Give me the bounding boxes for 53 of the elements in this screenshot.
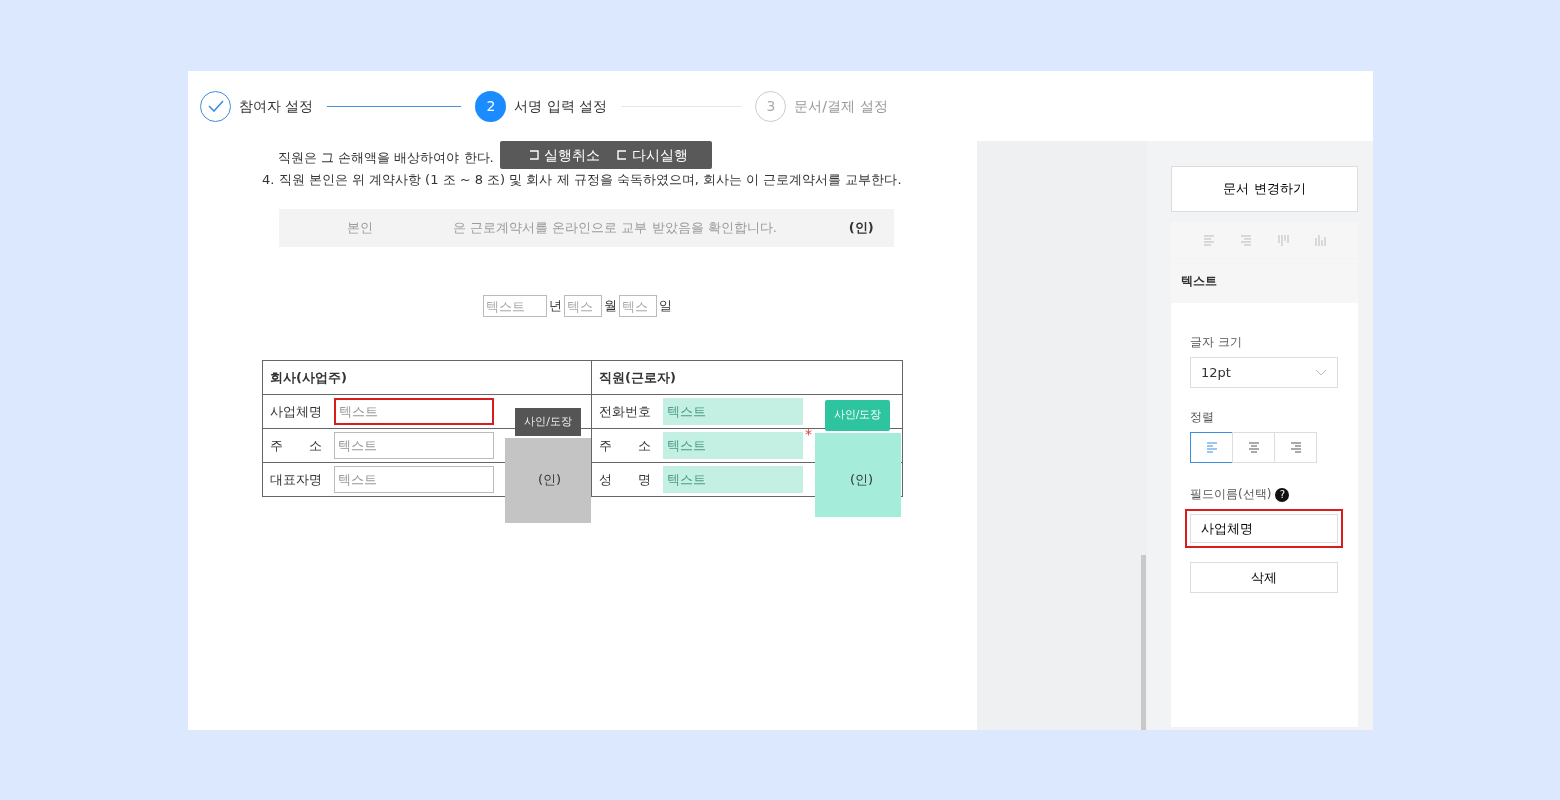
seal-label: (인) bbox=[848, 219, 874, 238]
date-unit: 월 bbox=[603, 297, 617, 316]
chevron-down-icon bbox=[1315, 369, 1327, 376]
field-label: 주 소 bbox=[599, 436, 651, 455]
signer-label: 본인 bbox=[347, 219, 373, 238]
paragraph: 4. 직원 본인은 위 계약사항 (1 조 ~ 8 조) 및 회사 제 규정을 숙독하였으며, 회사는 이 근로계약서를 교부한다. bbox=[262, 171, 903, 189]
step-label: 참여자 설정 bbox=[239, 96, 314, 116]
field-label: 주 소 bbox=[270, 436, 322, 455]
field-label: 사업체명 bbox=[270, 402, 322, 421]
signature-tag: 사인/도장 bbox=[825, 400, 890, 431]
font-size-select[interactable]: 12pt bbox=[1190, 357, 1338, 388]
delete-button[interactable]: 삭제 bbox=[1190, 562, 1338, 593]
redo-button[interactable]: 다시실행 bbox=[616, 144, 688, 166]
column-header: 회사(사업주) bbox=[262, 360, 592, 395]
align-center-button[interactable] bbox=[1232, 432, 1275, 463]
help-icon[interactable]: ? bbox=[1275, 487, 1290, 502]
field-label: 전화번호 bbox=[599, 402, 651, 421]
align-right-icon[interactable] bbox=[1239, 233, 1254, 247]
step-circle: 2 bbox=[475, 90, 507, 122]
seal-label: (인) bbox=[538, 471, 562, 489]
align-left-icon[interactable] bbox=[1202, 233, 1217, 247]
field-label: 성 명 bbox=[599, 470, 651, 489]
signature-area[interactable] bbox=[505, 438, 591, 523]
distribute-vertical-icon[interactable] bbox=[1275, 233, 1290, 247]
signature-area[interactable] bbox=[815, 433, 901, 517]
seal-label: (인) bbox=[850, 471, 874, 489]
align-right-button[interactable] bbox=[1274, 432, 1317, 463]
field-label: 대표자명 bbox=[270, 470, 322, 489]
distribute-bottom-icon[interactable] bbox=[1312, 233, 1327, 247]
date-unit: 일 bbox=[658, 297, 672, 316]
confirm-text: 은 근로계약서를 온라인으로 교부 받았음을 확인합니다. bbox=[453, 219, 777, 238]
check-icon bbox=[207, 100, 224, 112]
undo-button[interactable]: 실행취소 bbox=[528, 144, 600, 166]
step-label: 서명 입력 설정 bbox=[514, 96, 608, 116]
field-label: 글자 크기 bbox=[1190, 334, 1243, 351]
date-field[interactable]: 텍스트 bbox=[482, 295, 547, 317]
date-field[interactable]: 텍스 bbox=[618, 295, 657, 317]
field-label: 필드이름(선택) bbox=[1190, 487, 1272, 501]
date-field[interactable]: 텍스 bbox=[563, 295, 602, 317]
signature-tag: 사인/도장 bbox=[515, 408, 581, 436]
column-header: 직원(근로자) bbox=[591, 360, 903, 395]
date-unit: 년 bbox=[548, 297, 562, 316]
change-document-button[interactable]: 문서 변경하기 bbox=[1171, 166, 1358, 212]
section-title: 텍스트 bbox=[1171, 259, 1358, 303]
align-left-button[interactable] bbox=[1190, 432, 1233, 463]
redo-icon bbox=[616, 149, 628, 161]
undo-icon bbox=[528, 149, 540, 161]
step-label: 문서/결제 설정 bbox=[794, 96, 888, 116]
field-label: 정렬 bbox=[1190, 409, 1215, 426]
scrollbar[interactable] bbox=[1141, 555, 1146, 730]
paragraph: 직원은 그 손해액을 배상하여야 한다. bbox=[278, 149, 494, 167]
required-mark: * bbox=[805, 425, 812, 444]
field-name-input[interactable]: 사업체명 bbox=[1185, 509, 1343, 548]
